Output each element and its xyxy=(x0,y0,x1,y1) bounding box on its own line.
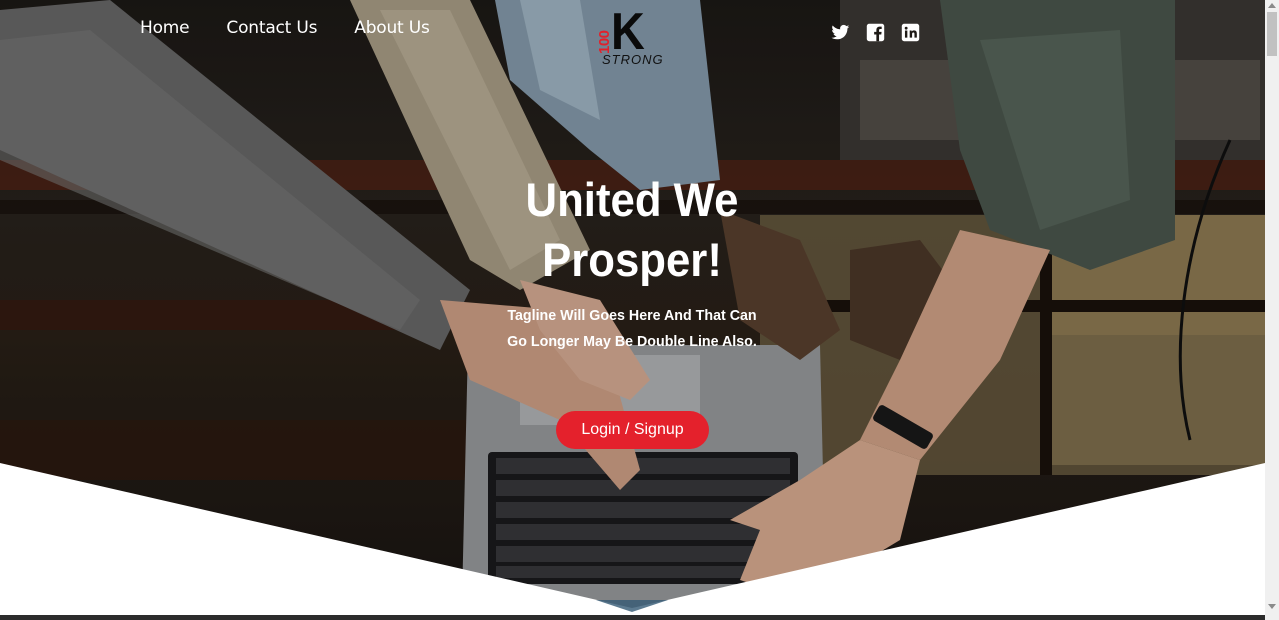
scroll-down-arrow-icon[interactable] xyxy=(1268,604,1276,609)
scroll-up-arrow-icon[interactable] xyxy=(1268,3,1276,8)
headline-line-2: Prosper! xyxy=(542,233,722,286)
scrollbar-thumb[interactable] xyxy=(1267,12,1277,56)
site-logo[interactable]: 100 K STRONG xyxy=(594,6,684,70)
twitter-icon[interactable] xyxy=(831,23,850,42)
headline-line-1: United We xyxy=(525,173,739,226)
social-links xyxy=(831,23,920,42)
tagline-line-2: Go Longer May Be Double Line Also. xyxy=(507,333,757,350)
nav-contact-us[interactable]: Contact Us xyxy=(226,18,317,38)
page: Home Contact Us About Us 100 K STRONG Un… xyxy=(0,0,1279,620)
logo-word: STRONG xyxy=(602,52,664,67)
logo-letter: K xyxy=(611,3,645,61)
linkedin-icon[interactable] xyxy=(901,23,920,42)
tagline-line-1: Tagline Will Goes Here And That Can xyxy=(507,307,757,324)
main-nav: Home Contact Us About Us xyxy=(140,18,430,38)
hero-tagline: Tagline Will Goes Here And That Can Go L… xyxy=(490,303,775,355)
login-signup-button[interactable]: Login / Signup xyxy=(556,411,709,449)
bottom-scroll-strip xyxy=(0,615,1265,620)
facebook-icon[interactable] xyxy=(866,23,885,42)
nav-about-us[interactable]: About Us xyxy=(354,18,430,38)
nav-home[interactable]: Home xyxy=(140,18,190,38)
hero-headline: United We Prosper! xyxy=(474,170,790,290)
vertical-scrollbar[interactable] xyxy=(1265,0,1279,620)
